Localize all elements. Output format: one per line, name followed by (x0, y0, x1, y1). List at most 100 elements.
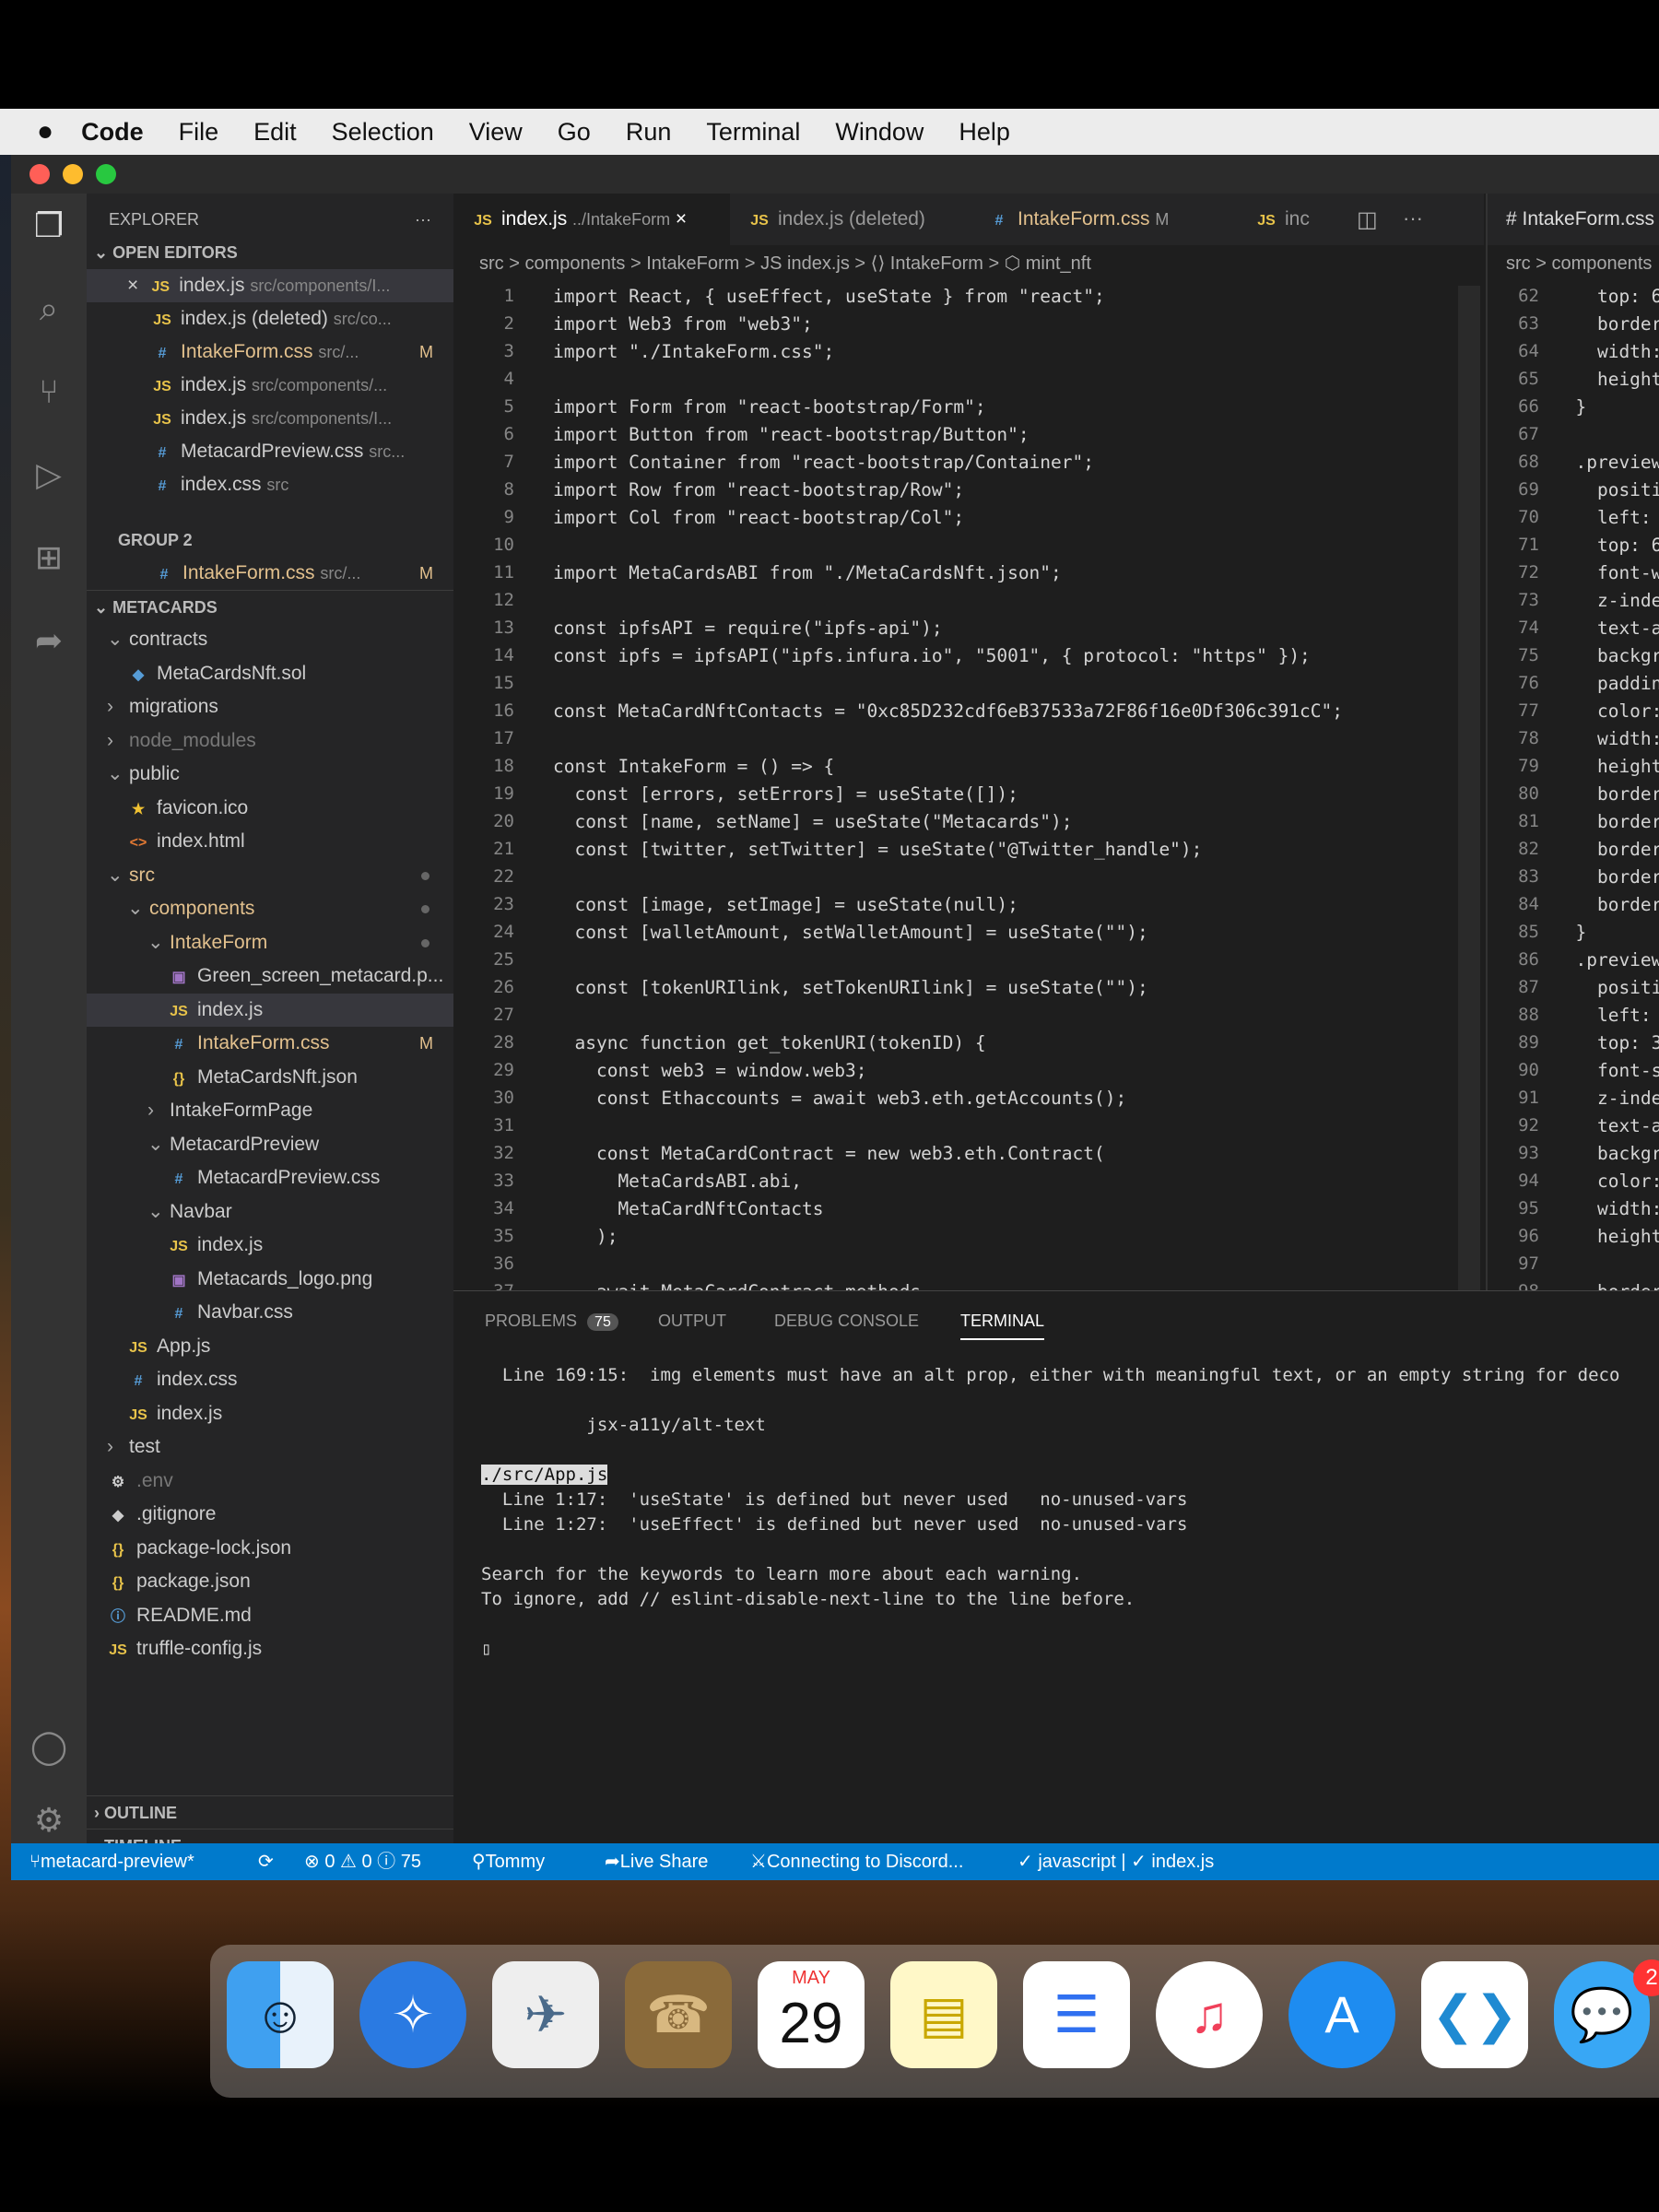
menu-go[interactable]: Go (558, 118, 591, 147)
open-editor-item[interactable]: × JS index.js src/components/I... (87, 269, 453, 302)
branch-indicator[interactable]: ⑂ metacard-preview* (29, 1843, 194, 1880)
editor-more-icon[interactable]: ··· (1403, 206, 1423, 230)
source-control-icon[interactable]: ⑂ (26, 369, 72, 415)
menu-app-name[interactable]: Code (81, 118, 144, 147)
tree-item[interactable]: ⌄ IntakeForm (87, 926, 453, 959)
tree-item[interactable]: › migrations (87, 690, 453, 724)
reminders-icon[interactable]: ☰ (1023, 1961, 1130, 2068)
app-store-icon[interactable]: A (1288, 1961, 1395, 2068)
editor-tab[interactable]: JS inc (1237, 194, 1329, 245)
tree-item[interactable]: # index.css (87, 1363, 453, 1396)
menu-window[interactable]: Window (835, 118, 924, 147)
tree-item[interactable]: JS truffle-config.js (87, 1632, 453, 1665)
menu-help[interactable]: Help (959, 118, 1010, 147)
tab-problems[interactable]: PROBLEMS 75 (485, 1312, 618, 1331)
tree-item[interactable]: ⌄ contracts (87, 623, 453, 656)
notes-icon[interactable]: ▤ (890, 1961, 997, 2068)
terminal-output[interactable]: Line 169:15: img elements must have an a… (481, 1365, 1659, 1826)
finder-icon[interactable]: ☺ (227, 1961, 334, 2068)
open-editor-item[interactable]: # MetacardPreview.css src... (87, 435, 453, 468)
code-editor[interactable]: 1 import React, { useEffect, useState } f… (453, 286, 1449, 1468)
outline-header[interactable]: › OUTLINE (87, 1795, 453, 1829)
discord-status[interactable]: ⚔ Connecting to Discord... (750, 1843, 963, 1880)
editor-tab[interactable]: JS index.js (deleted) (730, 194, 970, 245)
settings-gear-icon[interactable]: ⚙ (26, 1797, 72, 1843)
tree-item[interactable]: # MetacardPreview.css (87, 1161, 453, 1194)
tree-item[interactable]: ⌄ Navbar (87, 1195, 453, 1229)
breadcrumb[interactable]: src > components > IntakeForm > JS index… (453, 245, 1484, 282)
more-actions-icon[interactable]: ··· (415, 203, 431, 236)
minimize-window-button[interactable] (63, 164, 83, 184)
open-editor-item[interactable]: JS index.js (deleted) src/co... (87, 302, 453, 335)
tab-terminal[interactable]: TERMINAL (960, 1312, 1045, 1340)
editor-scrollbar[interactable] (1458, 286, 1480, 1290)
menu-view[interactable]: View (469, 118, 523, 147)
tree-item[interactable]: JS index.js (87, 993, 453, 1027)
vscode-dock-icon[interactable]: ❮❯ (1421, 1961, 1528, 2068)
group-2-header[interactable]: GROUP 2 (87, 524, 453, 557)
tree-item[interactable]: ◆ MetaCardsNft.sol (87, 657, 453, 690)
user-indicator[interactable]: ⚲ Tommy (472, 1843, 545, 1880)
group2-file-intakeform-css[interactable]: # IntakeForm.css src/... M (87, 557, 453, 590)
tree-item[interactable]: {} MetaCardsNft.json (87, 1061, 453, 1094)
open-editors-header[interactable]: ⌄ OPEN EDITORS (87, 236, 453, 269)
menu-file[interactable]: File (179, 118, 219, 147)
explorer-icon[interactable]: ❐ (26, 203, 72, 249)
tree-item[interactable]: # IntakeForm.css M (87, 1027, 453, 1060)
tree-item[interactable]: {} package.json (87, 1565, 453, 1598)
zoom-window-button[interactable] (96, 164, 116, 184)
tree-item[interactable]: ▣ Metacards_logo.png (87, 1263, 453, 1296)
tree-item[interactable]: ⚙ .env (87, 1465, 453, 1498)
tree-item[interactable]: # Navbar.css (87, 1296, 453, 1329)
tree-item[interactable]: › node_modules (87, 724, 453, 758)
close-tab-icon[interactable]: × (676, 208, 687, 229)
tree-item[interactable]: › IntakeFormPage (87, 1094, 453, 1127)
search-icon[interactable]: ⌕ (26, 286, 72, 332)
tab-debug-console[interactable]: DEBUG CONSOLE (774, 1312, 919, 1331)
tree-item[interactable]: ⌄ MetacardPreview (87, 1128, 453, 1161)
close-window-button[interactable] (29, 164, 50, 184)
live-share-button[interactable]: ➦ Live Share (605, 1843, 708, 1880)
tree-item[interactable]: ◆ .gitignore (87, 1498, 453, 1531)
account-icon[interactable]: ◯ (26, 1724, 72, 1770)
right-tab-intakeform-css[interactable]: # IntakeForm.css (1488, 194, 1659, 245)
split-editor-icon[interactable]: ◫ (1357, 206, 1378, 233)
tree-item[interactable]: ★ favicon.ico (87, 792, 453, 825)
tree-item[interactable]: ⓘ README.md (87, 1599, 453, 1632)
safari-icon[interactable]: ✧ (359, 1961, 466, 2068)
close-editor-icon[interactable]: × (127, 275, 138, 296)
open-editor-item[interactable]: JS index.js src/components/I... (87, 402, 453, 435)
tree-item[interactable]: ▣ Green_screen_metacard.p... (87, 959, 453, 993)
calendar-icon[interactable]: MAY 29 (758, 1961, 865, 2068)
editor-tab[interactable]: JS index.js ../IntakeForm × (453, 194, 730, 245)
tree-item[interactable]: ⌄ src (87, 859, 453, 892)
menu-edit[interactable]: Edit (253, 118, 297, 147)
open-editor-item[interactable]: JS index.js src/components/... (87, 369, 453, 402)
tree-item[interactable]: ⌄ components (87, 892, 453, 925)
extensions-icon[interactable]: ⊞ (26, 535, 72, 581)
tab-output[interactable]: OUTPUT (658, 1312, 726, 1331)
right-code-editor[interactable]: 62 top: 6 63 border 64 width: 65 height 66 }… (1488, 286, 1659, 1467)
mail-stamp-icon[interactable]: ✈ (492, 1961, 599, 2068)
project-header[interactable]: ⌄ METACARDS (87, 590, 453, 623)
music-icon[interactable]: ♫ (1156, 1961, 1263, 2068)
editor-tab[interactable]: # IntakeForm.css M (970, 194, 1237, 245)
contacts-icon[interactable]: ☎ (625, 1961, 732, 2068)
problems-indicator[interactable]: ⊗ 0 ⚠ 0 ⓘ 75 (304, 1843, 421, 1880)
tree-item[interactable]: <> index.html (87, 825, 453, 858)
tree-item[interactable]: › test (87, 1430, 453, 1464)
tree-item[interactable]: JS App.js (87, 1330, 453, 1363)
run-debug-icon[interactable]: ▷ (26, 452, 72, 498)
menu-selection[interactable]: Selection (332, 118, 434, 147)
sync-icon[interactable]: ⟳ (258, 1843, 274, 1880)
tree-item[interactable]: ⌄ public (87, 758, 453, 791)
open-editor-item[interactable]: # index.css src (87, 468, 453, 501)
menu-run[interactable]: Run (626, 118, 672, 147)
tree-item[interactable]: JS index.js (87, 1397, 453, 1430)
menu-terminal[interactable]: Terminal (706, 118, 800, 147)
open-editor-item[interactable]: # IntakeForm.css src/... M (87, 335, 453, 369)
apple-menu-icon[interactable]: ● (37, 116, 53, 147)
right-breadcrumb[interactable]: src > components (1506, 245, 1652, 282)
live-share-icon[interactable]: ➦ (26, 618, 72, 664)
language-status[interactable]: ✓ javascript | ✓ index.js (1018, 1843, 1214, 1880)
